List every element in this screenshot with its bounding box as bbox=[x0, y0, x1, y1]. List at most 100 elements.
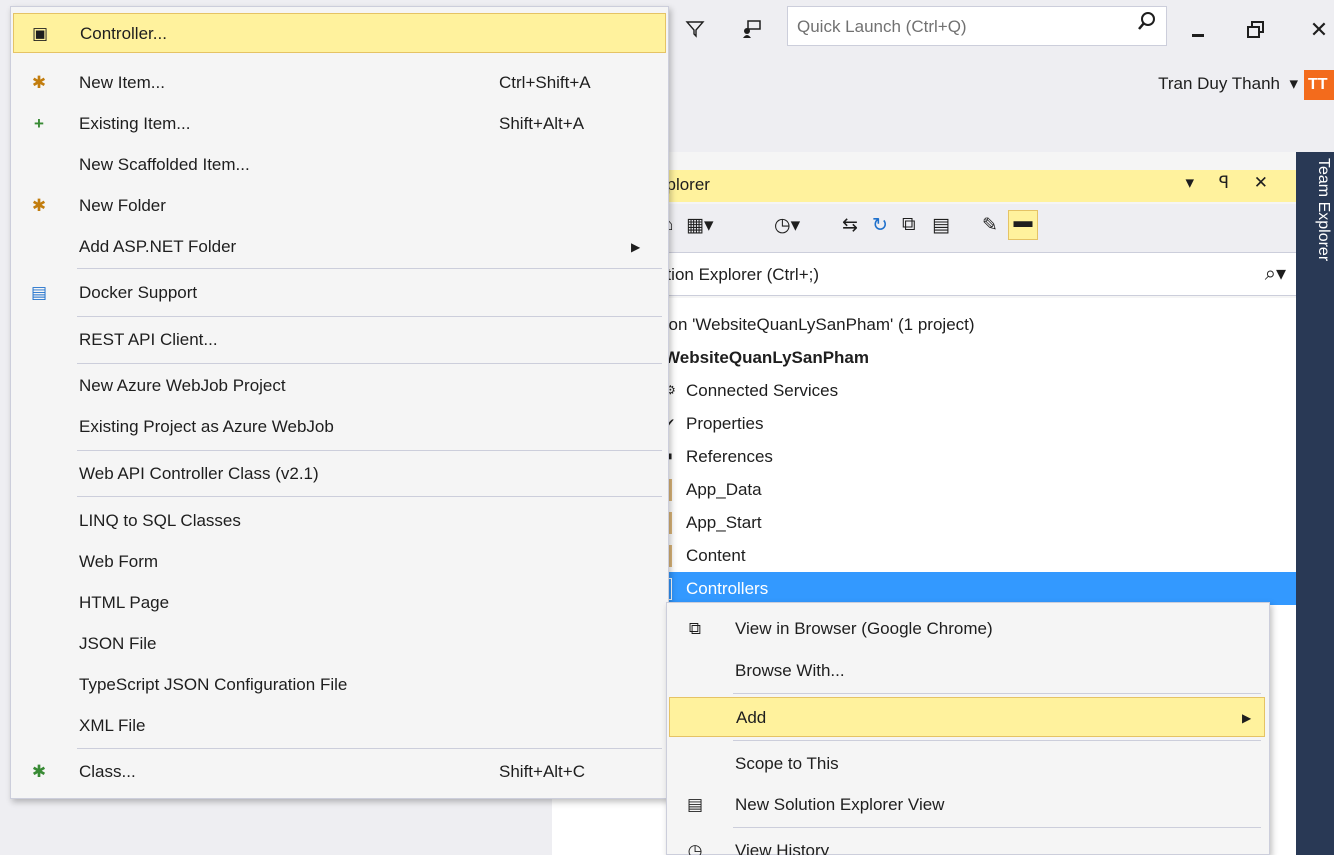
menu-item-view-history[interactable]: ◷ View History bbox=[669, 831, 1267, 855]
menu-item-label: Add bbox=[736, 708, 767, 727]
user-row: Tran Duy Thanh ▾ TT bbox=[670, 62, 1334, 152]
menu-item-label: TypeScript JSON Configuration File bbox=[79, 675, 348, 694]
menu-item-existing-item[interactable]: + Existing Item... Shift+Alt+A bbox=[13, 104, 666, 144]
tree-item-label: Content bbox=[686, 546, 746, 565]
menu-separator bbox=[733, 693, 1261, 694]
menu-item-label: View in Browser (Google Chrome) bbox=[735, 619, 993, 638]
menu-item-label: Class... bbox=[79, 762, 136, 781]
tree-item-label: App_Start bbox=[686, 513, 762, 532]
menu-item-shortcut: Shift+Alt+A bbox=[499, 114, 585, 133]
folder-context-menu: ⧉ View in Browser (Google Chrome) Browse… bbox=[666, 602, 1270, 855]
tree-item-label: Controllers bbox=[686, 579, 769, 598]
menu-item-new-solution-explorer-view[interactable]: ▤ New Solution Explorer View bbox=[669, 785, 1267, 825]
search-icon[interactable]: ⌕▾ bbox=[1265, 261, 1286, 286]
close-button[interactable]: ✕ bbox=[1304, 10, 1334, 50]
menu-separator bbox=[733, 740, 1261, 741]
switch-views-icon[interactable]: ▦▾ bbox=[686, 214, 714, 237]
docker-icon: ▤ bbox=[30, 283, 48, 302]
close-icon: ✕ bbox=[1309, 17, 1329, 42]
new-folder-icon: ✱ bbox=[31, 196, 47, 215]
tree-item-label: Connected Services bbox=[686, 381, 839, 400]
menu-item-label: New Scaffolded Item... bbox=[79, 155, 250, 174]
menu-item-label: LINQ to SQL Classes bbox=[79, 511, 241, 530]
menu-item-new-folder[interactable]: ✱ New Folder bbox=[13, 186, 666, 226]
menu-item-label: Existing Project as Azure WebJob bbox=[79, 417, 334, 436]
tree-item-label: App_Data bbox=[686, 480, 762, 499]
menu-item-add-aspnet-folder[interactable]: Add ASP.NET Folder ▶ bbox=[13, 227, 666, 267]
menu-item-controller[interactable]: ▣ Controller... bbox=[13, 13, 666, 53]
menu-item-web-api-controller[interactable]: Web API Controller Class (v2.1) bbox=[13, 454, 666, 494]
menu-item-label: Scope to This bbox=[735, 754, 839, 773]
menu-item-new-scaffolded-item[interactable]: New Scaffolded Item... bbox=[13, 145, 666, 185]
user-name[interactable]: Tran Duy Thanh ▾ bbox=[1158, 74, 1298, 94]
menu-item-rest-api-client[interactable]: REST API Client... bbox=[13, 320, 666, 360]
menu-item-add[interactable]: Add ▶ bbox=[669, 697, 1265, 737]
menu-separator bbox=[77, 450, 662, 451]
panel-header-buttons[interactable]: ▾ ꟼ ✕ bbox=[1186, 173, 1278, 193]
avatar[interactable]: TT bbox=[1304, 70, 1334, 100]
preview-selected-icon[interactable]: ▬ bbox=[1008, 210, 1038, 240]
tree-item-label: WebsiteQuanLySanPham bbox=[664, 348, 869, 367]
menu-separator bbox=[77, 748, 662, 749]
new-view-icon: ▤ bbox=[686, 795, 704, 814]
restore-button[interactable] bbox=[1236, 10, 1276, 50]
collapse-all-icon[interactable]: ⧉ bbox=[902, 214, 916, 236]
history-icon: ◷ bbox=[687, 841, 703, 855]
menu-separator bbox=[77, 316, 662, 317]
properties-icon[interactable]: ✎ bbox=[982, 214, 998, 237]
new-item-icon: ✱ bbox=[31, 73, 47, 92]
menu-item-shortcut: Ctrl+Shift+A bbox=[499, 73, 591, 92]
menu-item-label: New Item... bbox=[79, 73, 165, 92]
add-context-menu: ▣ Controller... ✱ New Item... Ctrl+Shift… bbox=[10, 6, 669, 799]
menu-item-class[interactable]: ✱ Class... Shift+Alt+C bbox=[13, 752, 666, 792]
menu-item-label: Docker Support bbox=[79, 283, 198, 302]
menu-item-label: New Folder bbox=[79, 196, 166, 215]
menu-item-view-in-browser[interactable]: ⧉ View in Browser (Google Chrome) bbox=[669, 609, 1267, 649]
chevron-down-icon: ▾ bbox=[1289, 74, 1298, 93]
user-name-label: Tran Duy Thanh bbox=[1158, 74, 1280, 93]
minimize-button[interactable] bbox=[1178, 10, 1218, 50]
pending-changes-icon[interactable]: ◷▾ bbox=[774, 214, 800, 237]
menu-item-new-azure-webjob[interactable]: New Azure WebJob Project bbox=[13, 366, 666, 406]
menu-item-label: Web Form bbox=[79, 552, 159, 571]
menu-item-label: New Solution Explorer View bbox=[735, 795, 945, 814]
menu-item-label: Controller... bbox=[80, 24, 167, 43]
menu-item-label: Add ASP.NET Folder bbox=[79, 237, 237, 256]
menu-item-web-form[interactable]: Web Form bbox=[13, 542, 666, 582]
menu-item-scope-to-this[interactable]: Scope to This bbox=[669, 744, 1267, 784]
tab-team-explorer[interactable]: Team Explorer bbox=[1302, 158, 1332, 318]
menu-item-label: REST API Client... bbox=[79, 330, 218, 349]
menu-item-label: View History bbox=[735, 841, 830, 855]
chevron-right-icon: ▶ bbox=[1242, 711, 1252, 725]
class-icon: ✱ bbox=[31, 762, 47, 781]
menu-separator bbox=[77, 363, 662, 364]
menu-item-shortcut: Shift+Alt+C bbox=[499, 762, 585, 781]
tree-item-label: References bbox=[686, 447, 773, 466]
menu-item-docker-support[interactable]: ▤ Docker Support bbox=[13, 273, 666, 313]
sync-icon[interactable]: ⇆ bbox=[842, 214, 858, 237]
controller-icon: ▣ bbox=[31, 24, 49, 43]
quick-launch-input[interactable]: Quick Launch (Ctrl+Q) bbox=[787, 6, 1167, 46]
menu-item-new-item[interactable]: ✱ New Item... Ctrl+Shift+A bbox=[13, 63, 666, 103]
menu-separator bbox=[733, 827, 1261, 828]
menu-item-xml-file[interactable]: XML File bbox=[13, 706, 666, 746]
menu-item-browse-with[interactable]: Browse With... bbox=[669, 651, 1267, 691]
menu-item-existing-azure-webjob[interactable]: Existing Project as Azure WebJob bbox=[13, 407, 666, 447]
menu-item-label: Existing Item... bbox=[79, 114, 191, 133]
search-icon[interactable] bbox=[1138, 11, 1156, 39]
show-all-files-icon[interactable]: ▤ bbox=[932, 214, 950, 237]
refresh-icon[interactable]: ↻ bbox=[872, 214, 888, 237]
menu-separator bbox=[77, 496, 662, 497]
feedback-icon[interactable] bbox=[738, 14, 768, 44]
menu-item-linq-to-sql[interactable]: LINQ to SQL Classes bbox=[13, 501, 666, 541]
menu-item-json-file[interactable]: JSON File bbox=[13, 624, 666, 664]
menu-item-typescript-json-config[interactable]: TypeScript JSON Configuration File bbox=[13, 665, 666, 705]
tree-item-label: Properties bbox=[686, 414, 764, 433]
quick-launch-placeholder: Quick Launch (Ctrl+Q) bbox=[797, 17, 967, 36]
filter-icon[interactable] bbox=[680, 14, 710, 44]
menu-item-html-page[interactable]: HTML Page bbox=[13, 583, 666, 623]
chevron-right-icon: ▶ bbox=[631, 240, 641, 254]
menu-item-label: Browse With... bbox=[735, 661, 845, 680]
menu-item-label: XML File bbox=[79, 716, 146, 735]
tree-item-label: tion 'WebsiteQuanLySanPham' (1 project) bbox=[660, 315, 975, 334]
